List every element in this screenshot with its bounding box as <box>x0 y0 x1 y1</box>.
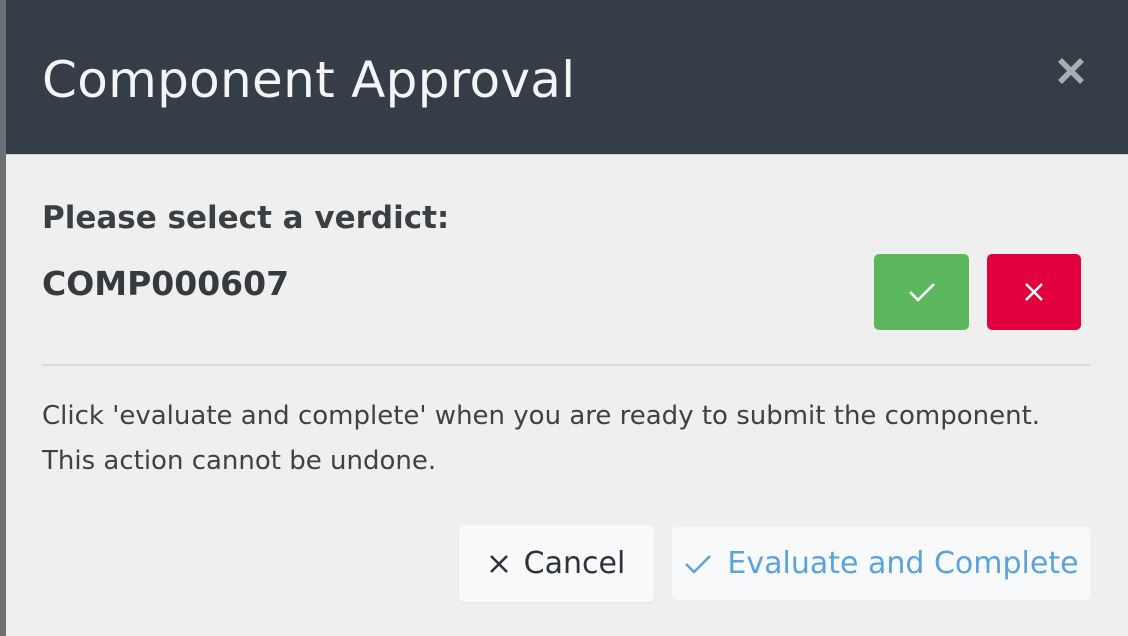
evaluate-label: Evaluate and Complete <box>727 546 1079 581</box>
component-code: COMP000607 <box>42 264 290 303</box>
verdict-prompt: Please select a verdict: <box>42 200 450 236</box>
dialog-header: Component Approval <box>6 0 1128 155</box>
reject-button[interactable] <box>987 254 1081 330</box>
component-approval-dialog: Component Approval Please select a verdi… <box>6 0 1128 636</box>
approve-button[interactable] <box>874 254 969 330</box>
x-icon <box>488 553 510 575</box>
cancel-button[interactable]: Cancel <box>459 525 654 602</box>
checkmark-icon <box>683 552 713 576</box>
dialog-title: Component Approval <box>42 51 576 109</box>
close-icon[interactable] <box>1056 52 1086 88</box>
checkmark-icon <box>907 280 937 304</box>
submission-note: Click 'evaluate and complete' when you a… <box>42 401 1041 476</box>
x-icon <box>1023 281 1045 303</box>
evaluate-and-complete-button[interactable]: Evaluate and Complete <box>672 527 1090 600</box>
divider <box>42 364 1090 366</box>
cancel-label: Cancel <box>523 546 626 581</box>
